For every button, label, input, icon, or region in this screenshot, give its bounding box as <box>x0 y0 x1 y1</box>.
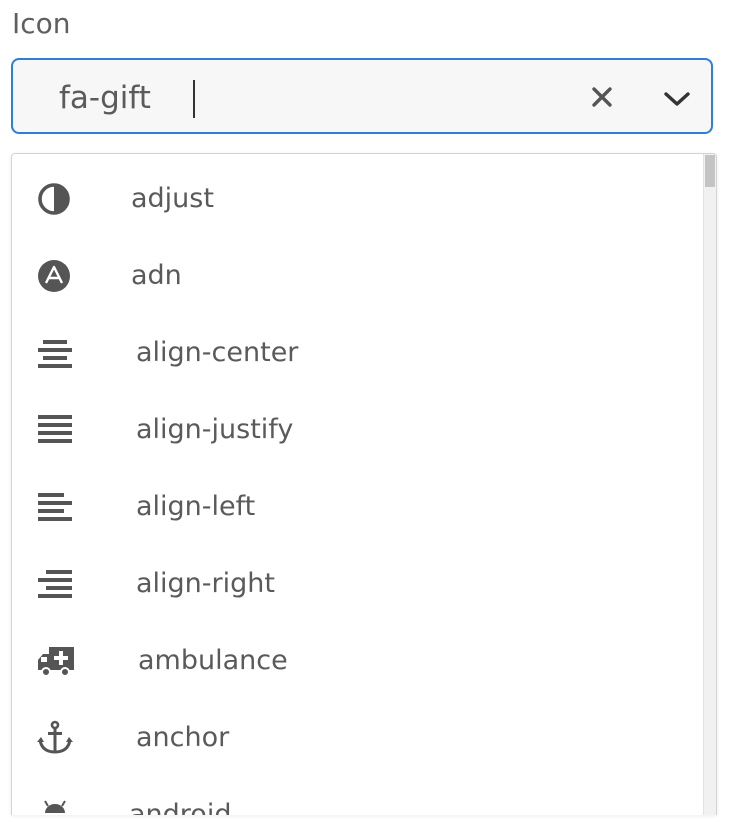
option-label: align-left <box>136 491 256 522</box>
clear-button[interactable] <box>587 82 617 112</box>
option-label: align-center <box>136 337 299 368</box>
option-android[interactable]: android <box>12 775 702 815</box>
option-label: android <box>129 799 232 815</box>
option-align-justify[interactable]: align-justify <box>12 390 702 467</box>
align-center-icon <box>38 340 72 368</box>
android-icon <box>44 800 66 813</box>
chevron-down-icon <box>664 92 690 106</box>
option-label: adn <box>131 260 182 291</box>
field-label: Icon <box>12 7 71 40</box>
option-align-center[interactable]: align-center <box>12 313 702 390</box>
dropdown-toggle-button[interactable] <box>660 84 694 114</box>
select-value[interactable]: fa-gift <box>59 78 151 118</box>
scrollbar-thumb[interactable] <box>705 155 715 187</box>
ambulance-icon <box>38 647 74 677</box>
option-adjust[interactable]: adjust <box>12 159 702 236</box>
option-ambulance[interactable]: ambulance <box>12 621 702 698</box>
adjust-icon <box>38 183 70 215</box>
align-right-icon <box>38 570 72 598</box>
text-cursor <box>193 80 195 118</box>
option-align-left[interactable]: align-left <box>12 467 702 544</box>
option-label: ambulance <box>138 645 288 676</box>
option-label: adjust <box>131 183 214 214</box>
icon-select[interactable]: fa-gift <box>11 58 713 134</box>
option-anchor[interactable]: anchor <box>12 698 702 775</box>
anchor-icon <box>37 720 73 754</box>
option-label: align-justify <box>136 414 294 445</box>
option-label: anchor <box>136 722 230 753</box>
option-align-right[interactable]: align-right <box>12 544 702 621</box>
close-icon <box>592 87 612 107</box>
adn-icon <box>38 260 70 292</box>
option-adn[interactable]: adn <box>12 236 702 313</box>
align-left-icon <box>38 493 72 521</box>
options-dropdown[interactable]: adjust adn align-center align-justify al… <box>11 153 717 815</box>
align-justify-icon <box>38 415 72 443</box>
option-label: align-right <box>136 568 275 599</box>
dropdown-scrollbar[interactable] <box>703 154 716 815</box>
